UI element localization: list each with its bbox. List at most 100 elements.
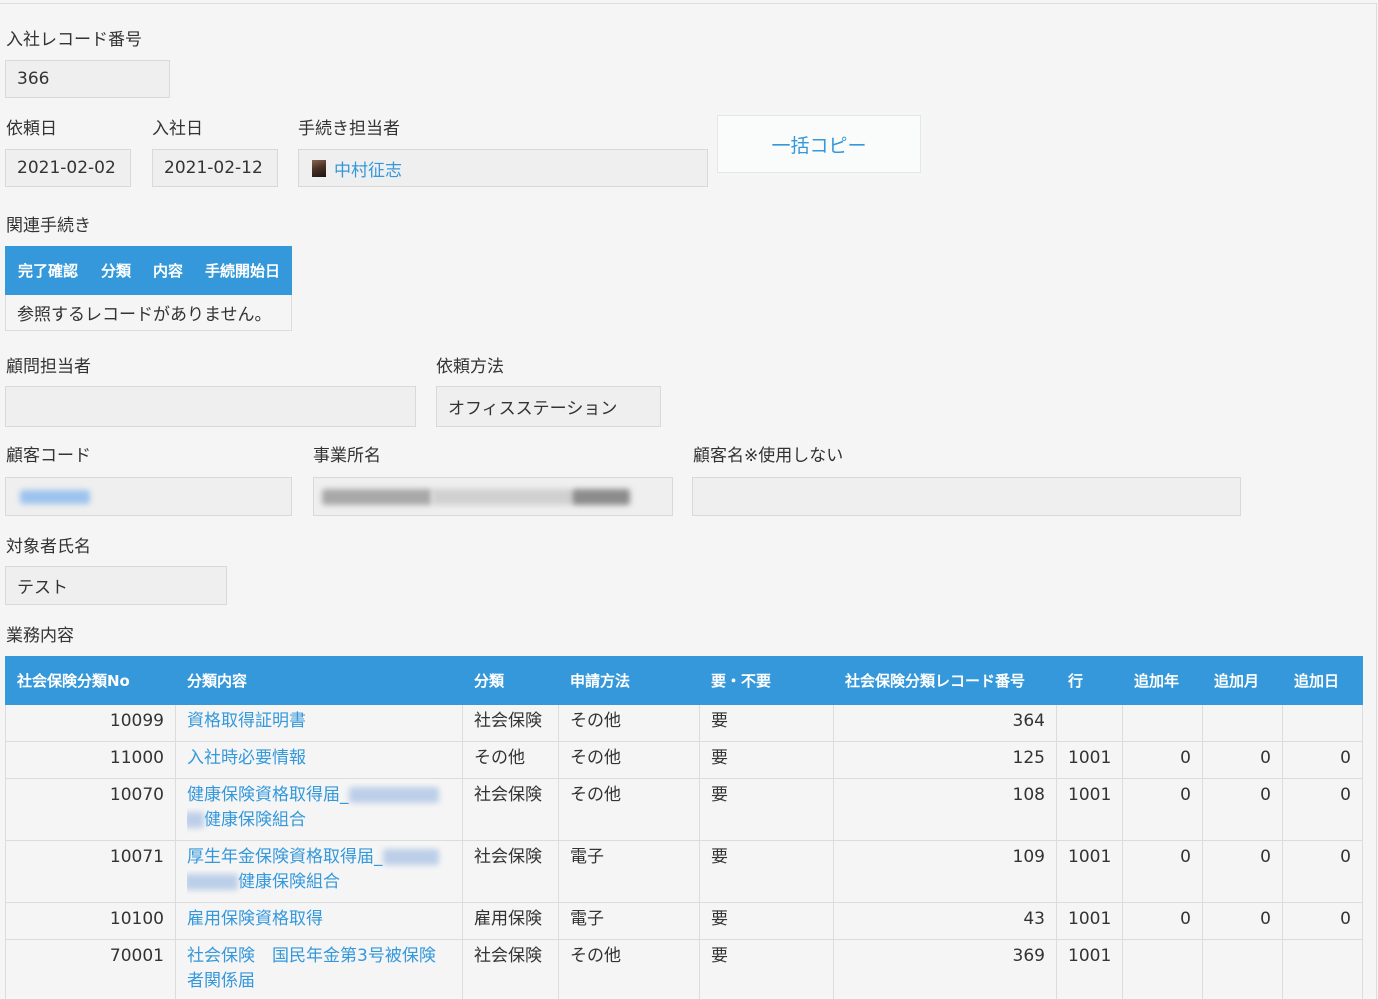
cell-add-day	[1282, 939, 1363, 999]
cell-add-month	[1202, 704, 1283, 742]
table-row: 70001 社会保険 国民年金第3号被保険者関係届 社会保険 その他要 369 1001	[5, 939, 1363, 999]
redacted-text	[322, 488, 432, 505]
related-procedures-table: 完了確認 分類 内容 手続開始日 参照するレコードがありません。	[5, 246, 292, 331]
target-person-label: 対象者氏名	[6, 537, 91, 557]
cell-method: その他	[558, 741, 700, 779]
cell-method: その他	[558, 939, 700, 999]
cell-no: 10099	[5, 704, 176, 742]
col-header-add-month: 追加月	[1202, 656, 1283, 705]
col-header-no: 社会保険分類No	[5, 656, 176, 705]
redacted-text	[572, 488, 630, 505]
cell-record-no: 108	[833, 778, 1057, 841]
cell-line: 1001	[1056, 939, 1123, 999]
join-date-field: 2021-02-12	[152, 149, 278, 187]
cell-required: 要	[699, 741, 834, 779]
table-header-row: 完了確認 分類 内容 手続開始日	[5, 246, 292, 295]
col-header-start-date: 手続開始日	[192, 246, 292, 295]
cell-category: 社会保険	[462, 778, 559, 841]
cell-add-month: 0	[1202, 840, 1283, 903]
cell-no: 10070	[5, 778, 176, 841]
cell-record-no: 125	[833, 741, 1057, 779]
table-row: 10071 厚生年金保険資格取得届_ 健康保険組合 社会保険 電子要 109 1001 0 0 0	[5, 840, 1363, 903]
table-row: 10070 健康保険資格取得届_ 健康保険組合 社会保険 その他要 108 1001 0 0 0	[5, 778, 1363, 841]
col-header-category: 分類	[88, 246, 141, 295]
cell-add-year: 0	[1122, 778, 1203, 841]
content-text[interactable]: 健康保険組合	[238, 872, 340, 892]
cell-category: 社会保険	[462, 939, 559, 999]
redacted-text	[432, 488, 572, 505]
redacted-text	[187, 812, 204, 828]
cell-required: 要	[699, 902, 834, 940]
cell-required: 要	[699, 939, 834, 999]
col-header-content: 内容	[140, 246, 193, 295]
col-header-add-year: 追加年	[1122, 656, 1203, 705]
table-header-row: 社会保険分類No 分類内容 分類 申請方法 要・不要 社会保険分類レコード番号 …	[5, 656, 1363, 705]
cell-add-day: 0	[1282, 778, 1363, 841]
customer-name-field	[692, 477, 1241, 516]
content-link[interactable]: 入社時必要情報	[187, 748, 306, 768]
cell-add-year: 0	[1122, 902, 1203, 940]
cell-required: 要	[699, 704, 834, 742]
content-text[interactable]: 厚生年金保険資格取得届_	[187, 847, 383, 867]
user-link[interactable]: 中村征志	[310, 156, 402, 181]
business-table: 社会保険分類No 分類内容 分類 申請方法 要・不要 社会保険分類レコード番号 …	[5, 656, 1363, 999]
content-link[interactable]: 雇用保険資格取得	[187, 909, 323, 929]
advisor-field	[5, 386, 416, 427]
customer-code-label: 顧客コード	[6, 446, 91, 466]
content-link[interactable]: 健康保険資格取得届_ 健康保険組合	[187, 783, 451, 833]
cell-add-year	[1122, 704, 1203, 742]
redacted-text	[187, 874, 238, 890]
office-name-field	[313, 477, 673, 516]
cell-add-day: 0	[1282, 741, 1363, 779]
customer-code-link[interactable]	[20, 489, 90, 504]
cell-add-day	[1282, 704, 1363, 742]
cell-content: 入社時必要情報	[175, 741, 463, 779]
col-header-line: 行	[1056, 656, 1123, 705]
customer-code-field	[5, 477, 292, 516]
target-person-field: テスト	[5, 566, 227, 605]
record-number-label: 入社レコード番号	[6, 30, 142, 50]
content-text[interactable]: 健康保険資格取得届_	[187, 785, 349, 805]
content-link[interactable]: 社会保険 国民年金第3号被保険者関係届	[187, 946, 436, 991]
cell-add-day: 0	[1282, 840, 1363, 903]
table-row: 10100 雇用保険資格取得 雇用保険 電子要 43 1001 0 0 0	[5, 902, 1363, 940]
content-line[interactable]: 厚生年金保険資格取得届_	[187, 845, 451, 870]
cell-add-month: 0	[1202, 741, 1283, 779]
cell-add-day: 0	[1282, 902, 1363, 940]
request-date-label: 依頼日	[6, 119, 57, 139]
record-number-field: 366	[5, 60, 170, 98]
content-line[interactable]: 健康保険資格取得届_	[187, 783, 451, 808]
empty-row: 参照するレコードがありません。	[5, 294, 292, 331]
cell-no: 70001	[5, 939, 176, 999]
cell-method: 電子	[558, 840, 700, 903]
procedure-owner-field: 中村征志	[298, 149, 708, 187]
customer-name-label: 顧客名※使用しない	[693, 446, 844, 466]
cell-category: 社会保険	[462, 704, 559, 742]
cell-method: その他	[558, 778, 700, 841]
cell-record-no: 109	[833, 840, 1057, 903]
content-line[interactable]: 健康保険組合	[187, 870, 451, 895]
cell-line: 1001	[1056, 840, 1123, 903]
join-date-label: 入社日	[152, 119, 203, 139]
col-header-record-no: 社会保険分類レコード番号	[833, 656, 1057, 705]
user-name[interactable]: 中村征志	[334, 156, 402, 181]
cell-content: 厚生年金保険資格取得届_ 健康保険組合	[175, 840, 463, 903]
cell-record-no: 43	[833, 902, 1057, 940]
col-header-add-day: 追加日	[1282, 656, 1363, 705]
cell-category: その他	[462, 741, 559, 779]
user-avatar-icon	[312, 159, 326, 177]
col-header-method: 申請方法	[558, 656, 700, 705]
content-link[interactable]: 厚生年金保険資格取得届_ 健康保険組合	[187, 845, 451, 895]
content-line[interactable]: 健康保険組合	[187, 808, 451, 833]
cell-add-year: 0	[1122, 840, 1203, 903]
business-table-body: 10099 資格取得証明書 社会保険 その他要 364 11000 入社時必要情報 その他 その…	[5, 704, 1363, 999]
content-link[interactable]: 資格取得証明書	[187, 711, 306, 731]
cell-no: 10071	[5, 840, 176, 903]
redacted-text	[382, 849, 439, 865]
bulk-copy-button[interactable]: 一括コピー	[717, 115, 921, 173]
content-text[interactable]: 健康保険組合	[204, 810, 306, 830]
related-procedures-label: 関連手続き	[6, 216, 91, 236]
cell-add-year: 0	[1122, 741, 1203, 779]
business-label: 業務内容	[6, 626, 74, 646]
empty-message: 参照するレコードがありません。	[5, 294, 292, 331]
